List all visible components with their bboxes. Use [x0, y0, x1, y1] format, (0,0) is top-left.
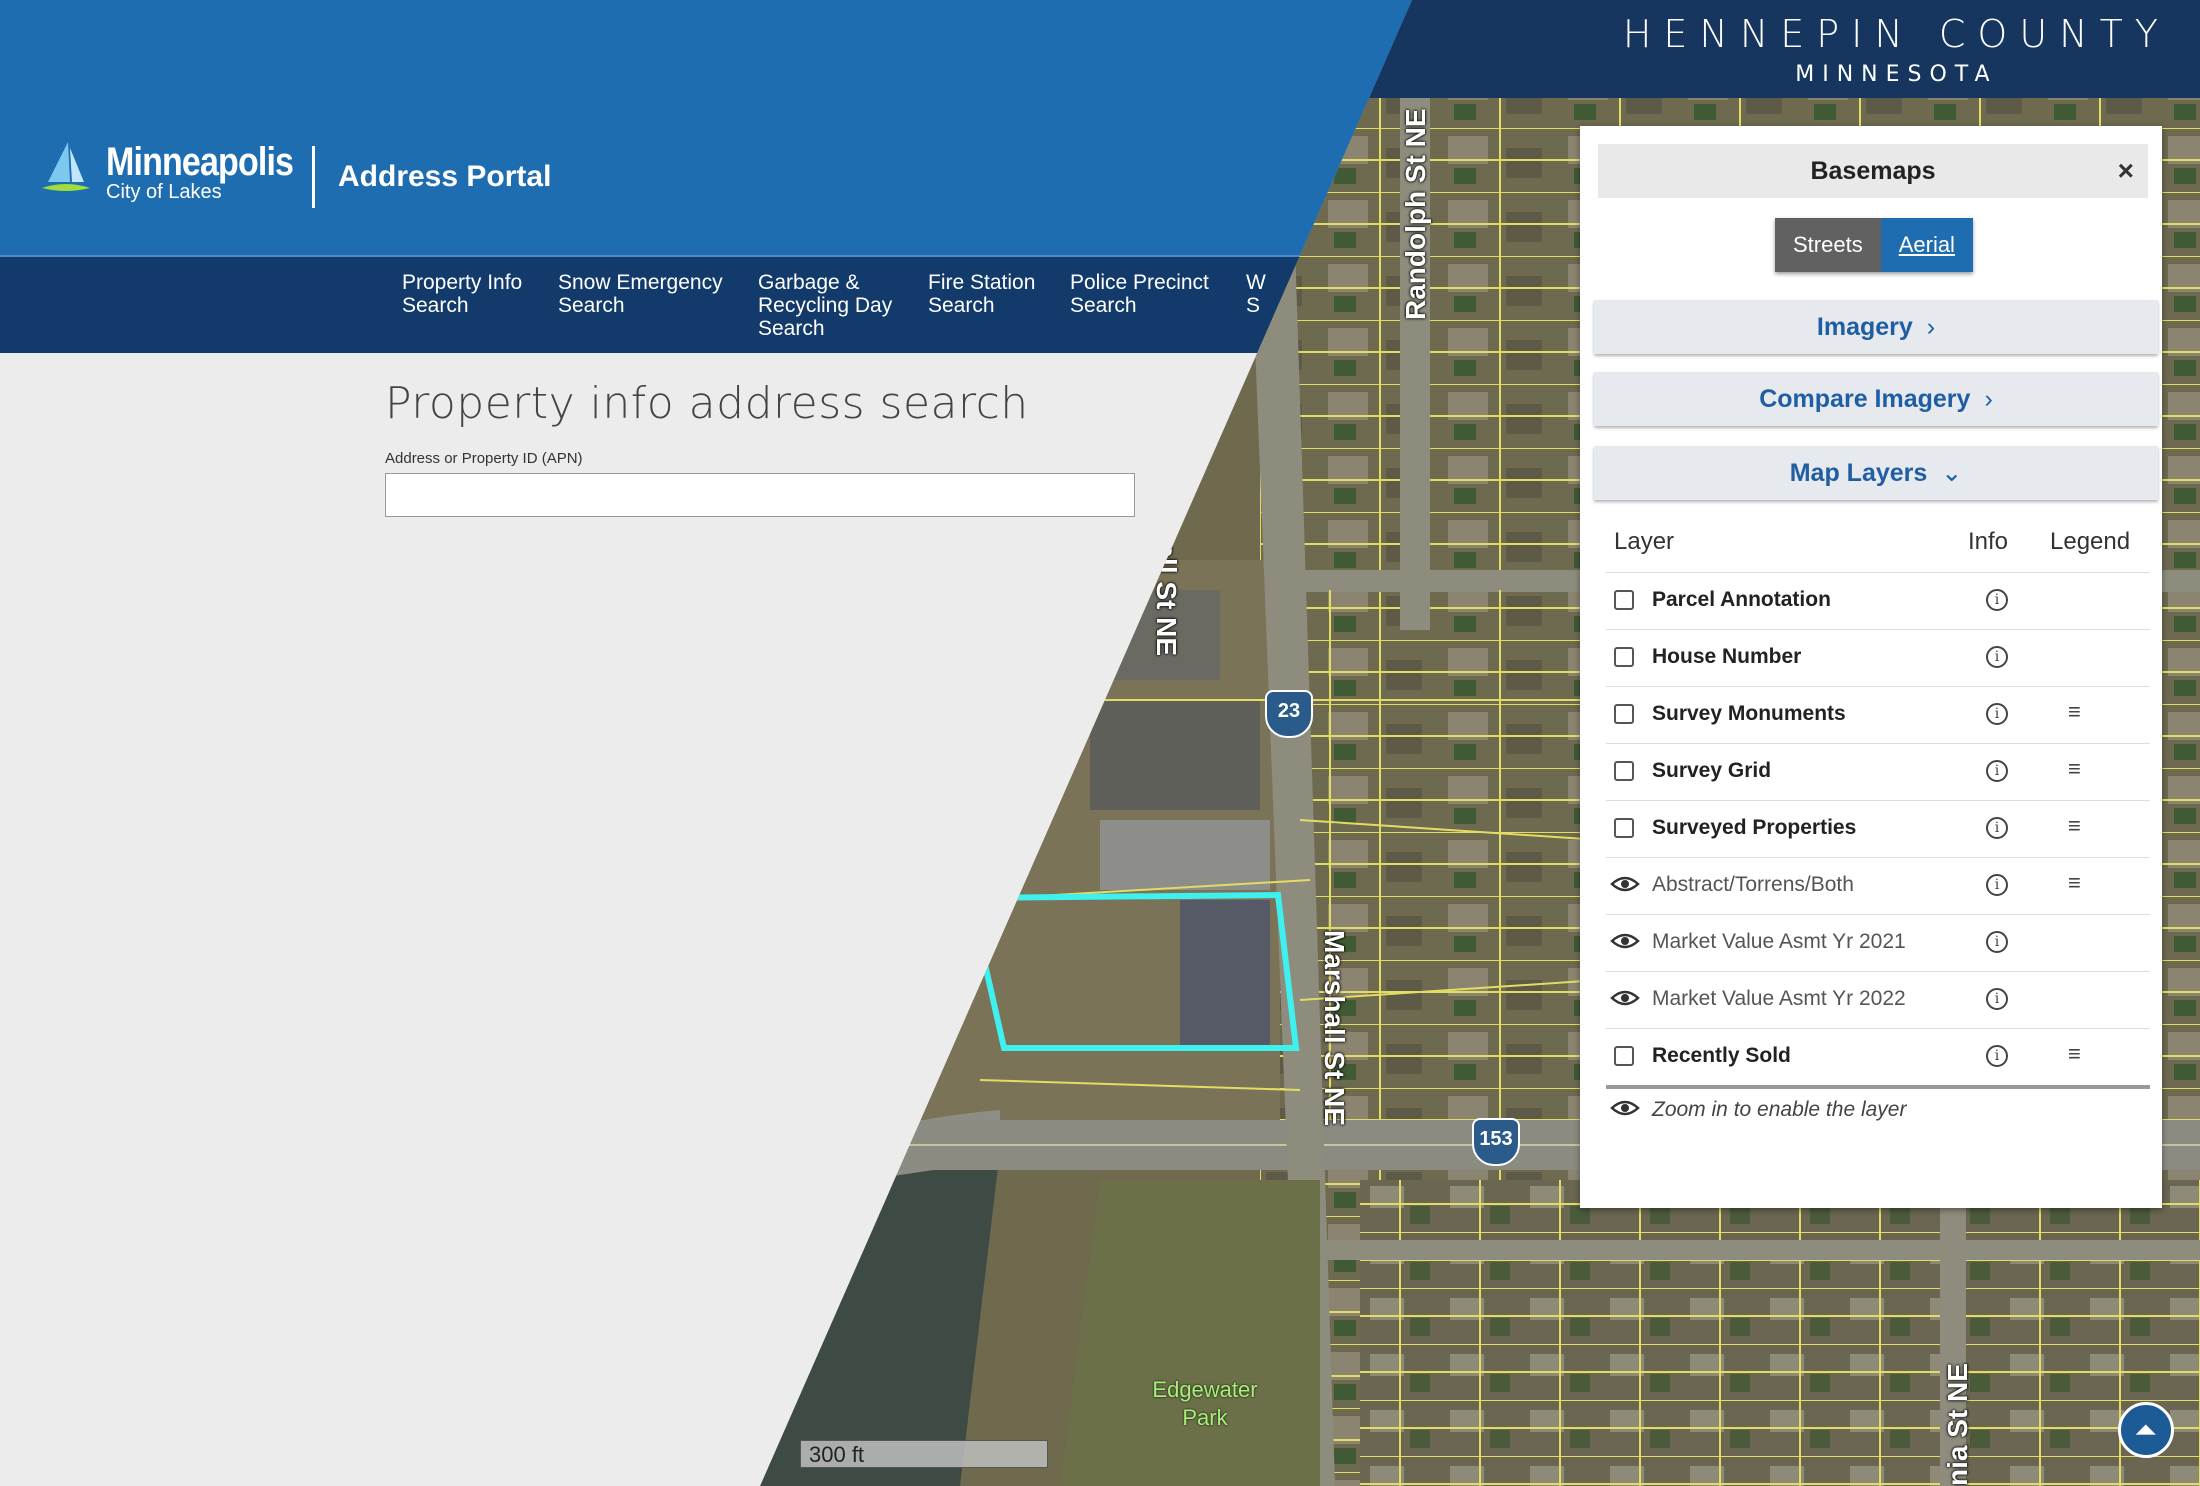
layer-table: Layer Info Legend Parcel Annotation i Hous…	[1606, 516, 2150, 1089]
nav-more[interactable]: W S	[1246, 271, 1266, 317]
info-icon[interactable]: i	[1986, 703, 2008, 725]
layer-name: Surveyed Properties	[1652, 816, 1857, 839]
layer-table-header: Layer Info Legend	[1606, 516, 2150, 572]
portal-title: Address Portal	[338, 160, 552, 193]
nav-police-precinct-search[interactable]: Police Precinct Search	[1070, 271, 1230, 317]
layer-checkbox[interactable]	[1614, 647, 1634, 667]
street-label-randolph: Randolph St NE	[1400, 108, 1431, 320]
nav-garbage-recycling-search[interactable]: Garbage & Recycling Day Search	[758, 271, 908, 340]
info-icon[interactable]: i	[1986, 646, 2008, 668]
home-extent-button[interactable]: ⏶	[2118, 1402, 2174, 1458]
layer-name: Survey Grid	[1652, 759, 1772, 782]
map-layers-section-toggle[interactable]: Map Layers ⌄	[1594, 446, 2158, 500]
county-title: HENNEPIN COUNTY MINNESOTA	[1622, 12, 2170, 87]
route-shield-153: 153	[1472, 1118, 1520, 1166]
layer-row: Survey Monuments i ≡	[1606, 686, 2150, 743]
park-label: Edgewater Park	[1152, 1377, 1258, 1430]
basemap-streets-button[interactable]: Streets	[1775, 218, 1881, 272]
layer-row: Parcel Annotation i	[1606, 572, 2150, 629]
panel-title: Basemaps	[1810, 157, 1936, 185]
header-divider	[312, 146, 315, 208]
chevron-right-icon: ›	[1984, 385, 1993, 413]
info-icon[interactable]: i	[1986, 817, 2008, 839]
basemaps-panel: Basemaps × Streets Aerial Imagery › Compa…	[1580, 126, 2162, 1208]
eye-icon[interactable]	[1610, 986, 1640, 1010]
info-icon[interactable]: i	[1986, 760, 2008, 782]
nav-snow-emergency-search[interactable]: Snow Emergency Search	[558, 271, 738, 317]
close-icon[interactable]: ×	[2118, 144, 2134, 198]
layer-name: Parcel Annotation	[1652, 588, 1831, 611]
info-icon[interactable]: i	[1986, 874, 2008, 896]
section-label: Map Layers	[1789, 459, 1928, 487]
compare-imagery-section-toggle[interactable]: Compare Imagery ›	[1594, 372, 2158, 426]
legend-icon[interactable]: ≡	[2068, 756, 2081, 782]
street-label-marshall-south: Marshall St NE	[1319, 930, 1350, 1127]
layer-row: Market Value Asmt Yr 2021 i	[1606, 914, 2150, 971]
street-label-east: nia St NE	[1942, 1363, 1973, 1486]
nav-property-info-search[interactable]: Property Info Search	[402, 271, 542, 317]
column-legend: Legend	[2050, 528, 2131, 555]
nav-fire-station-search[interactable]: Fire Station Search	[928, 271, 1058, 317]
north-arrow-icon: ⏶	[2134, 1414, 2158, 1445]
layer-checkbox[interactable]	[1614, 761, 1634, 781]
layer-row: Recently Sold i ≡	[1606, 1028, 2150, 1089]
zoom-note-text: Zoom in to enable the layer	[1652, 1098, 1907, 1121]
imagery-section-toggle[interactable]: Imagery ›	[1594, 300, 2158, 354]
legend-icon[interactable]: ≡	[2068, 813, 2081, 839]
legend-icon[interactable]: ≡	[2068, 1041, 2081, 1067]
layer-name: Recently Sold	[1652, 1044, 1791, 1067]
section-label: Compare Imagery	[1759, 385, 1971, 413]
eye-icon[interactable]	[1610, 872, 1640, 896]
eye-icon	[1610, 1100, 1640, 1116]
legend-icon[interactable]: ≡	[2068, 699, 2081, 725]
eye-icon[interactable]	[1610, 929, 1640, 953]
layer-checkbox[interactable]	[1614, 590, 1634, 610]
legend-icon[interactable]: ≡	[2068, 870, 2081, 896]
info-icon[interactable]: i	[1986, 931, 2008, 953]
info-icon[interactable]: i	[1986, 988, 2008, 1010]
basemap-aerial-button[interactable]: Aerial	[1880, 218, 1973, 272]
layer-checkbox[interactable]	[1614, 1046, 1634, 1066]
zoom-note: Zoom in to enable the layer	[1606, 1090, 2146, 1130]
basemap-toggle: Streets Aerial	[1775, 218, 1973, 272]
info-icon[interactable]: i	[1986, 589, 2008, 611]
logo-wordmark: Minneapolis City of Lakes	[106, 140, 294, 203]
scale-bar: 300 ft	[800, 1440, 1048, 1468]
layer-rows: Parcel Annotation i House Number i Survey Mo…	[1606, 572, 2150, 1089]
layer-row: Abstract/Torrens/Both i ≡	[1606, 857, 2150, 914]
column-info: Info	[1968, 528, 2009, 555]
info-icon[interactable]: i	[1986, 1045, 2008, 1067]
minneapolis-logo-icon	[42, 142, 90, 191]
search-label: Address or Property ID (APN)	[385, 450, 583, 467]
layer-name: House Number	[1652, 645, 1802, 668]
layer-row: Survey Grid i ≡	[1606, 743, 2150, 800]
panel-header: Basemaps ×	[1598, 144, 2148, 198]
page-title: Property info address search	[385, 378, 1029, 429]
layer-row: Market Value Asmt Yr 2022 i	[1606, 971, 2150, 1028]
chevron-right-icon: ›	[1926, 313, 1936, 341]
layer-name: Market Value Asmt Yr 2022	[1652, 987, 1906, 1010]
layer-row: House Number i	[1606, 629, 2150, 686]
layer-checkbox[interactable]	[1614, 704, 1634, 724]
column-layer: Layer	[1614, 528, 1675, 555]
section-label: Imagery	[1816, 313, 1913, 341]
layer-name: Market Value Asmt Yr 2021	[1652, 930, 1906, 953]
route-shield-23: 23	[1265, 690, 1313, 738]
address-search-input[interactable]	[385, 473, 1135, 517]
layer-checkbox[interactable]	[1614, 818, 1634, 838]
layer-row: Surveyed Properties i ≡	[1606, 800, 2150, 857]
chevron-down-icon: ⌄	[1941, 459, 1963, 487]
layer-name: Abstract/Torrens/Both	[1652, 873, 1854, 896]
layer-name: Survey Monuments	[1652, 702, 1846, 725]
